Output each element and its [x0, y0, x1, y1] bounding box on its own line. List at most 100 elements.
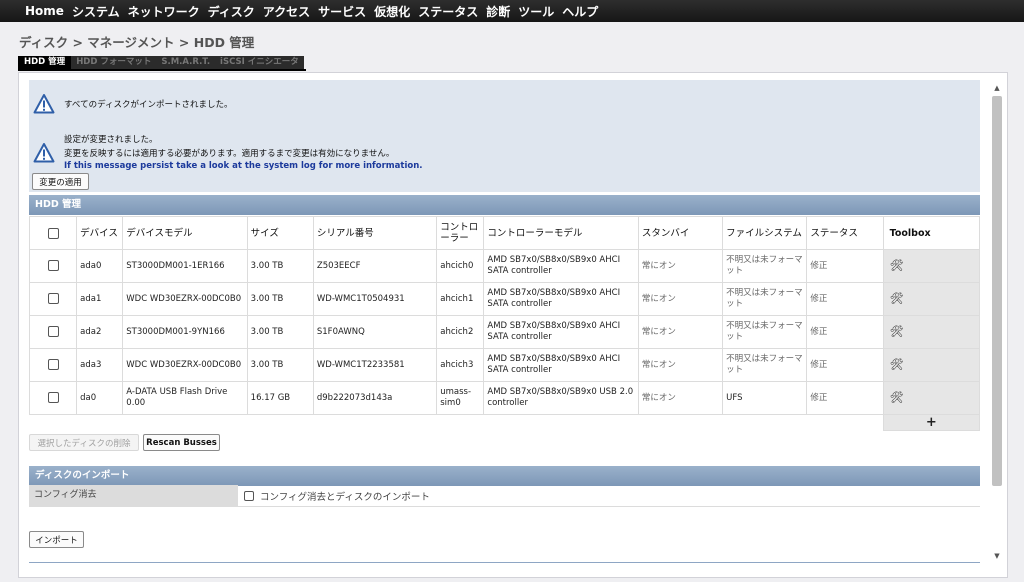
- table-row: ada3 WDC WD30EZRX-00DC0B0 3.00 TB WD-WMC1T2…: [28, 348, 981, 382]
- cell-model: ST3000DM001-9YN166: [122, 315, 248, 349]
- toolbox-cell: 🛠: [882, 282, 981, 316]
- cell-size: 16.17 GB: [246, 381, 314, 415]
- nav-item-8[interactable]: 診断: [486, 3, 510, 20]
- cell-standby: 常にオン: [637, 381, 724, 415]
- cell-controller-model: AMD SB7x0/SB8x0/SB9x0 AHCI SATA controll…: [483, 348, 639, 382]
- cell-device: ada1: [76, 282, 124, 316]
- toolbox-cell: 🛠: [882, 381, 981, 415]
- toolbox-cell: 🛠: [882, 315, 981, 349]
- breadcrumb: ディスク > マネージメント > HDD 管理: [19, 35, 255, 50]
- cell-model: WDC WD30EZRX-00DC0B0: [122, 348, 248, 382]
- cell-serial: d9b222073d143a: [312, 381, 438, 415]
- config-clear-row: コンフィグ消去 コンフィグ消去とディスクのインポート: [29, 485, 980, 507]
- delete-selected-disks-button[interactable]: 選択したディスクの削除: [29, 434, 139, 451]
- nav-item-5[interactable]: サービス: [318, 3, 366, 20]
- hdd-management-header: HDD 管理: [29, 195, 980, 215]
- cell-model: A-DATA USB Flash Drive 0.00: [122, 381, 248, 415]
- column-header-size: サイズ: [246, 216, 314, 250]
- row-select-checkbox[interactable]: [28, 249, 78, 283]
- column-header-filesystem: ファイルシステム: [722, 216, 808, 250]
- cell-controller-model: AMD SB7x0/SB8x0/SB9x0 AHCI SATA controll…: [483, 249, 639, 283]
- cell-model: ST3000DM001-1ER166: [122, 249, 248, 283]
- column-header-device: デバイス: [76, 216, 124, 250]
- cell-standby: 常にオン: [637, 249, 724, 283]
- tab-bar: HDD 管理 HDD フォーマット S.M.A.R.T. iSCSI イニシエータ: [18, 56, 304, 69]
- cell-standby: 常にオン: [637, 348, 724, 382]
- row-select-checkbox[interactable]: [28, 348, 78, 382]
- notice-message-changed: 設定が変更されました。: [64, 135, 158, 145]
- cell-controller-model: AMD SB7x0/SB8x0/SB9x0 AHCI SATA controll…: [483, 315, 639, 349]
- nav-item-2[interactable]: ネットワーク: [128, 3, 200, 20]
- tab-3[interactable]: iSCSI イニシエータ: [215, 56, 304, 69]
- cell-standby: 常にオン: [637, 282, 724, 316]
- cell-controller: ahcich1: [436, 282, 485, 316]
- select-all-checkbox[interactable]: [28, 216, 78, 250]
- cell-serial: S1F0AWNQ: [312, 315, 438, 349]
- cell-filesystem: 不明又は未フォーマット: [722, 315, 808, 349]
- nav-item-1[interactable]: システム: [72, 3, 120, 20]
- config-clear-label: コンフィグ消去: [29, 485, 238, 507]
- row-select-checkbox[interactable]: [28, 282, 78, 316]
- table-row: da0 A-DATA USB Flash Drive 0.00 16.17 GB d9…: [28, 381, 981, 415]
- wrench-screwdriver-icon[interactable]: 🛠: [890, 391, 904, 404]
- tab-underline: [18, 69, 306, 71]
- cell-standby: 常にオン: [637, 315, 724, 349]
- cell-device: ada2: [76, 315, 124, 349]
- table-row: ada1 WDC WD30EZRX-00DC0B0 3.00 TB WD-WMC1T0…: [28, 282, 981, 316]
- warning-triangle-icon: [33, 143, 55, 163]
- nav-item-0[interactable]: Home: [25, 4, 64, 18]
- tab-0[interactable]: HDD 管理: [18, 56, 72, 69]
- cell-filesystem: 不明又は未フォーマット: [722, 282, 808, 316]
- notice-message-apply-required: 変更を反映するには適用する必要があります。適用するまで変更は有効になりません。: [64, 149, 395, 159]
- cell-controller-model: AMD SB7x0/SB8x0/SB9x0 AHCI SATA controll…: [483, 282, 639, 316]
- toolbox-cell: 🛠: [882, 348, 981, 382]
- row-select-checkbox[interactable]: [28, 381, 78, 415]
- cell-controller: ahcich0: [436, 249, 485, 283]
- nav-item-10[interactable]: ヘルプ: [562, 3, 598, 20]
- config-clear-import-checkbox[interactable]: コンフィグ消去とディスクのインポート: [244, 489, 430, 503]
- column-header-toolbox: Toolbox: [882, 216, 981, 250]
- add-row-spacer: [30, 415, 884, 431]
- scrollbar-thumb[interactable]: [992, 96, 1002, 486]
- warning-triangle-icon: [33, 94, 55, 114]
- column-header-controller: コントローラー: [436, 216, 485, 250]
- cell-filesystem: UFS: [722, 381, 808, 415]
- cell-device: da0: [76, 381, 124, 415]
- add-disk-row: +: [30, 414, 981, 431]
- tab-1[interactable]: HDD フォーマット: [71, 56, 157, 69]
- nav-item-3[interactable]: ディスク: [208, 3, 255, 20]
- hdd-table: デバイス デバイスモデル サイズ シリアル番号 コントローラー コントローラーモ…: [28, 216, 981, 431]
- scroll-down-arrow-icon[interactable]: ▼: [992, 552, 1002, 560]
- nav-item-6[interactable]: 仮想化: [374, 3, 410, 20]
- column-header-status: ステータス: [806, 216, 884, 250]
- cell-serial: Z503EECF: [312, 249, 438, 283]
- scroll-up-arrow-icon[interactable]: ▲: [992, 84, 1002, 92]
- column-header-model: デバイスモデル: [122, 216, 248, 250]
- rescan-busses-button[interactable]: Rescan Busses: [143, 434, 220, 451]
- nav-item-4[interactable]: アクセス: [263, 3, 310, 20]
- cell-size: 3.00 TB: [246, 282, 314, 316]
- cell-size: 3.00 TB: [246, 348, 314, 382]
- wrench-screwdriver-icon[interactable]: 🛠: [890, 358, 904, 371]
- apply-changes-button[interactable]: 変更の適用: [32, 173, 89, 190]
- wrench-screwdriver-icon[interactable]: 🛠: [890, 259, 904, 272]
- cell-status: 修正: [806, 315, 884, 349]
- table-row: ada0 ST3000DM001-1ER166 3.00 TB Z503EECF ahc…: [28, 249, 981, 283]
- column-header-controller-model: コントローラーモデル: [483, 216, 639, 250]
- wrench-screwdriver-icon[interactable]: 🛠: [890, 292, 904, 305]
- cell-controller: ahcich3: [436, 348, 485, 382]
- cell-model: WDC WD30EZRX-00DC0B0: [122, 282, 248, 316]
- row-select-checkbox[interactable]: [28, 315, 78, 349]
- tab-2[interactable]: S.M.A.R.T.: [156, 56, 216, 69]
- cell-device: ada3: [76, 348, 124, 382]
- nav-item-9[interactable]: ツール: [518, 3, 554, 20]
- wrench-screwdriver-icon[interactable]: 🛠: [890, 325, 904, 338]
- cell-status: 修正: [806, 348, 884, 382]
- cell-status: 修正: [806, 249, 884, 283]
- nav-item-7[interactable]: ステータス: [418, 3, 478, 20]
- checkbox[interactable]: [244, 491, 254, 501]
- config-clear-import-checkbox-label: コンフィグ消去とディスクのインポート: [260, 492, 430, 503]
- import-button[interactable]: インポート: [29, 531, 84, 548]
- cell-status: 修正: [806, 282, 884, 316]
- add-disk-plus-icon[interactable]: +: [882, 414, 981, 431]
